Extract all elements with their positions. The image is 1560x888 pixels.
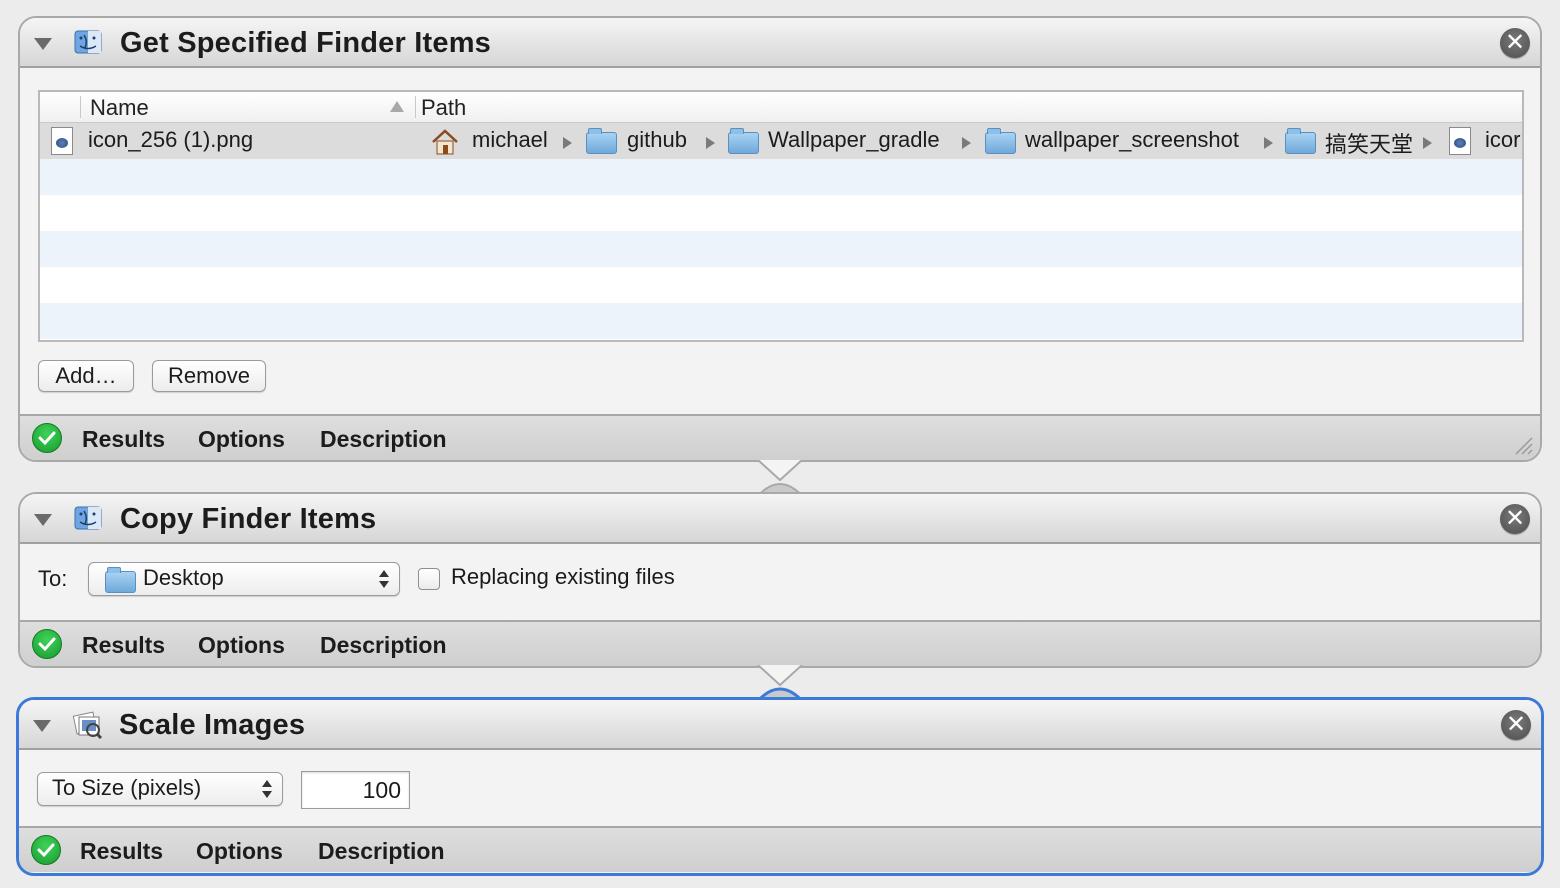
description-tab[interactable]: Description [320, 426, 447, 453]
close-icon[interactable]: ✕ [1501, 710, 1531, 740]
column-header-name[interactable]: Name [90, 95, 149, 121]
scale-mode-popup[interactable]: To Size (pixels) [37, 772, 283, 806]
action-title: Copy Finder Items [120, 503, 377, 535]
path-component[interactable]: Wallpaper_gradle [768, 127, 940, 153]
action-footer: Results Options Description [20, 414, 1540, 460]
folder-icon [105, 567, 136, 593]
table-row-empty [40, 267, 1522, 303]
path-component[interactable]: wallpaper_screenshot [1025, 127, 1239, 153]
home-folder-icon [432, 129, 458, 155]
action-copy-finder-items[interactable]: Copy Finder Items ✕ To: Desktop Replacin… [18, 492, 1542, 668]
action-header[interactable]: Get Specified Finder Items ✕ [20, 18, 1540, 68]
scale-mode-value: To Size (pixels) [52, 775, 202, 800]
path-separator-icon [563, 137, 572, 149]
sort-ascending-icon[interactable] [390, 101, 404, 112]
folder-icon [1285, 128, 1316, 154]
results-tab[interactable]: Results [80, 838, 163, 865]
destination-value: Desktop [143, 565, 224, 590]
popup-arrows-icon [262, 780, 272, 798]
file-name: icon_256 (1).png [88, 127, 254, 152]
size-input[interactable]: 100 [301, 771, 410, 809]
results-tab[interactable]: Results [82, 632, 165, 659]
preview-app-icon [72, 711, 103, 740]
action-header[interactable]: Copy Finder Items ✕ [20, 494, 1540, 544]
options-tab[interactable]: Options [198, 426, 285, 453]
remove-button[interactable]: Remove [152, 360, 266, 392]
column-separator[interactable] [415, 96, 416, 118]
path-separator-icon [1264, 137, 1273, 149]
action-footer: Results Options Description [20, 620, 1540, 666]
path-separator-icon [962, 137, 971, 149]
folder-icon [586, 128, 617, 154]
action-scale-images[interactable]: Scale Images ✕ To Size (pixels) 100 Resu… [16, 697, 1544, 876]
path-component[interactable]: icor [1485, 127, 1520, 153]
options-tab[interactable]: Options [196, 838, 283, 865]
disclosure-triangle-icon[interactable] [34, 514, 52, 526]
destination-popup[interactable]: Desktop [88, 562, 400, 596]
replace-existing-label[interactable]: Replacing existing files [451, 564, 675, 590]
description-tab[interactable]: Description [318, 838, 445, 865]
folder-icon [728, 128, 759, 154]
popup-arrows-icon [379, 570, 389, 588]
table-row-empty [40, 195, 1522, 231]
path-separator-icon [706, 137, 715, 149]
resize-grip-icon[interactable] [1512, 434, 1534, 456]
replace-existing-checkbox[interactable] [418, 568, 440, 590]
table-row-empty [40, 303, 1522, 339]
folder-icon [985, 128, 1016, 154]
checkmark-success-icon [32, 423, 62, 453]
checkmark-success-icon [31, 835, 61, 865]
workflow-canvas: Get Specified Finder Items ✕ Name Path i… [0, 0, 1560, 888]
table-row[interactable]: icon_256 (1).png michael github Wallpape… [40, 123, 1522, 159]
action-body: Name Path icon_256 (1).png michael githu… [20, 68, 1540, 414]
action-body: To Size (pixels) 100 [19, 750, 1541, 826]
action-body: To: Desktop Replacing existing files [20, 544, 1540, 620]
column-header-path[interactable]: Path [421, 95, 466, 121]
path-component[interactable]: 搞笑天堂 [1325, 127, 1413, 159]
table-header: Name Path [40, 92, 1522, 123]
close-icon[interactable]: ✕ [1500, 504, 1530, 534]
table-row-empty [40, 231, 1522, 267]
action-get-specified-finder-items[interactable]: Get Specified Finder Items ✕ Name Path i… [18, 16, 1542, 462]
action-header[interactable]: Scale Images ✕ [19, 700, 1541, 750]
finder-items-table[interactable]: Name Path icon_256 (1).png michael githu… [38, 90, 1524, 342]
path-separator-icon [1423, 137, 1432, 149]
action-title: Get Specified Finder Items [120, 27, 492, 59]
results-tab[interactable]: Results [82, 426, 165, 453]
action-footer: Results Options Description [19, 826, 1541, 872]
disclosure-triangle-icon[interactable] [34, 38, 52, 50]
path-component[interactable]: michael [472, 127, 548, 153]
table-row-empty [40, 159, 1522, 195]
options-tab[interactable]: Options [198, 632, 285, 659]
finder-icon [74, 506, 102, 530]
png-file-icon [1449, 127, 1471, 155]
column-separator [80, 96, 81, 118]
to-label: To: [38, 566, 68, 591]
png-file-icon [51, 127, 73, 155]
add-button[interactable]: Add… [38, 360, 134, 392]
close-icon[interactable]: ✕ [1500, 28, 1530, 58]
disclosure-triangle-icon[interactable] [33, 720, 51, 732]
finder-icon [74, 30, 102, 54]
checkmark-success-icon [32, 629, 62, 659]
action-title: Scale Images [119, 709, 306, 741]
description-tab[interactable]: Description [320, 632, 447, 659]
path-component[interactable]: github [627, 127, 687, 153]
